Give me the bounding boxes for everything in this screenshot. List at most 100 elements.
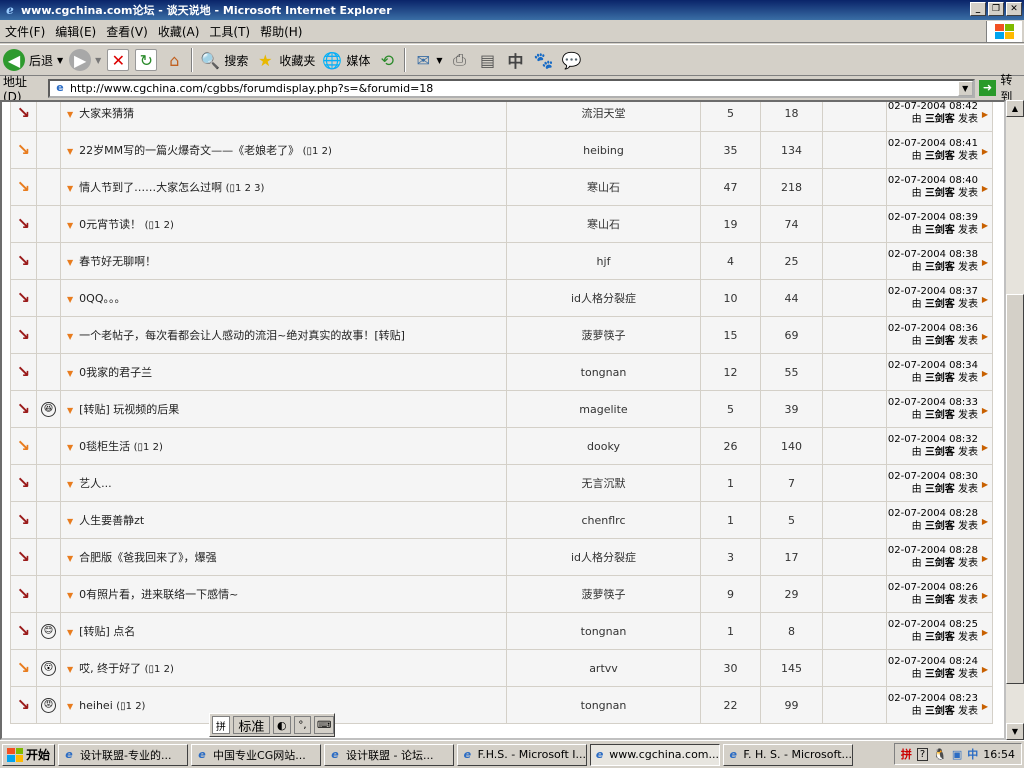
ime-logo-icon[interactable]: 拼 — [212, 716, 230, 734]
edit-button[interactable]: ▤ — [474, 46, 502, 74]
last-poster-link[interactable]: 三剑客 — [925, 262, 955, 273]
start-button[interactable]: 开始 — [2, 743, 56, 766]
minimize-button[interactable]: _ — [970, 2, 986, 16]
home-button[interactable]: ⌂ — [160, 46, 188, 74]
last-poster-link[interactable]: 三剑客 — [925, 632, 955, 643]
pages-link[interactable]: (▯1 2) — [116, 701, 145, 712]
media-button[interactable]: 🌐 媒体 — [318, 46, 373, 74]
last-poster-link[interactable]: 三剑客 — [925, 336, 955, 347]
go-last-post-icon[interactable]: ▶ — [982, 441, 988, 454]
expand-triangle-icon[interactable]: ▼ — [67, 147, 73, 156]
scroll-up-icon[interactable]: ▲ — [1006, 100, 1024, 117]
last-poster-link[interactable]: 三剑客 — [925, 188, 955, 199]
menu-view[interactable]: 查看(V) — [101, 23, 153, 40]
expand-triangle-icon[interactable]: ▼ — [67, 258, 73, 267]
punctuation-icon[interactable]: °, — [293, 716, 312, 734]
author-link[interactable]: 菠萝筷子 — [582, 329, 626, 342]
go-last-post-icon[interactable]: ▶ — [982, 182, 988, 195]
thread-title-link[interactable]: [转贴] 点名 — [79, 625, 135, 638]
stop-button[interactable]: ✕ — [104, 46, 132, 74]
go-last-post-icon[interactable]: ▶ — [982, 108, 988, 121]
go-last-post-icon[interactable]: ▶ — [982, 663, 988, 676]
pages-link[interactable]: (▯1 2) — [145, 664, 174, 675]
last-poster-link[interactable]: 三剑客 — [925, 114, 955, 125]
expand-triangle-icon[interactable]: ▼ — [67, 628, 73, 637]
taskbar-item[interactable]: e F.H.S. - Microsoft I... — [457, 743, 588, 766]
author-link[interactable]: id人格分裂症 — [571, 551, 636, 564]
thread-title-link[interactable]: [转贴] 玩视频的后果 — [79, 403, 179, 416]
thread-title-link[interactable]: 0我家的君子兰 — [79, 366, 152, 379]
last-poster-link[interactable]: 三剑客 — [925, 521, 955, 532]
menu-tools[interactable]: 工具(T) — [204, 23, 255, 40]
expand-triangle-icon[interactable]: ▼ — [67, 443, 73, 452]
taskbar-item[interactable]: e 设计联盟-专业的... — [58, 743, 189, 766]
go-last-post-icon[interactable]: ▶ — [982, 367, 988, 380]
last-poster-link[interactable]: 三剑客 — [925, 410, 955, 421]
pages-link[interactable]: (▯1 2) — [134, 442, 163, 453]
pages-link[interactable]: (▯1 2) — [303, 146, 332, 157]
author-link[interactable]: 无言沉默 — [582, 477, 626, 490]
ime-mode[interactable]: 标准 — [232, 716, 270, 735]
last-poster-link[interactable]: 三剑客 — [925, 669, 955, 680]
author-link[interactable]: 流泪天堂 — [582, 107, 626, 120]
half-width-icon[interactable]: ◐ — [272, 716, 291, 734]
favorites-button[interactable]: ★ 收藏夹 — [251, 46, 318, 74]
expand-triangle-icon[interactable]: ▼ — [67, 480, 73, 489]
thread-title-link[interactable]: 一个老帖子，每次看都会让人感动的流泪~绝对真实的故事！[转贴] — [79, 329, 405, 342]
back-button[interactable]: ◀ 后退 ▼ — [0, 46, 66, 74]
menu-file[interactable]: 文件(F) — [0, 23, 50, 40]
go-last-post-icon[interactable]: ▶ — [982, 219, 988, 232]
search-button[interactable]: 🔍 搜索 — [196, 46, 251, 74]
refresh-button[interactable]: ↻ — [132, 46, 160, 74]
expand-triangle-icon[interactable]: ▼ — [67, 702, 73, 711]
author-link[interactable]: artvv — [589, 662, 618, 675]
go-last-post-icon[interactable]: ▶ — [982, 145, 988, 158]
address-url[interactable]: http://www.cgchina.com/cgbbs/forumdispla… — [70, 82, 433, 95]
scroll-thumb[interactable] — [1006, 294, 1024, 684]
expand-triangle-icon[interactable]: ▼ — [67, 295, 73, 304]
thread-title-link[interactable]: 0有照片看，进来联络一下感情~ — [79, 588, 238, 601]
close-button[interactable]: ✕ — [1006, 2, 1022, 16]
author-link[interactable]: id人格分裂症 — [571, 292, 636, 305]
thread-title-link[interactable]: 大家来猜猜 — [79, 107, 134, 120]
author-link[interactable]: tongnan — [581, 366, 627, 379]
taskbar-item[interactable]: e F. H. S. - Microsoft... — [723, 743, 854, 766]
last-poster-link[interactable]: 三剑客 — [925, 447, 955, 458]
thread-title-link[interactable]: heihei — [79, 699, 113, 712]
thread-title-link[interactable]: 22岁MM写的一篇火爆奇文——《老娘老了》 — [79, 144, 299, 157]
author-link[interactable]: tongnan — [581, 625, 627, 638]
last-poster-link[interactable]: 三剑客 — [925, 706, 955, 717]
go-last-post-icon[interactable]: ▶ — [982, 478, 988, 491]
expand-triangle-icon[interactable]: ▼ — [67, 554, 73, 563]
network-icon[interactable]: ▣ — [952, 748, 962, 761]
thread-title-link[interactable]: 情人节到了……大家怎么过啊 — [79, 181, 222, 194]
vertical-scrollbar[interactable]: ▲ ▼ — [1006, 100, 1024, 740]
expand-triangle-icon[interactable]: ▼ — [67, 184, 73, 193]
expand-triangle-icon[interactable]: ▼ — [67, 591, 73, 600]
go-last-post-icon[interactable]: ▶ — [982, 330, 988, 343]
go-last-post-icon[interactable]: ▶ — [982, 293, 988, 306]
taskbar-item[interactable]: e 设计联盟 - 论坛... — [324, 743, 455, 766]
go-last-post-icon[interactable]: ▶ — [982, 700, 988, 713]
last-poster-link[interactable]: 三剑客 — [925, 373, 955, 384]
address-dropdown-icon[interactable]: ▼ — [957, 80, 973, 96]
thread-title-link[interactable]: 0毯柜生活 — [79, 440, 130, 453]
menu-edit[interactable]: 编辑(E) — [50, 23, 101, 40]
expand-triangle-icon[interactable]: ▼ — [67, 221, 73, 230]
help-icon[interactable]: ? — [916, 747, 929, 761]
language-icon[interactable]: 中 — [967, 746, 978, 762]
expand-triangle-icon[interactable]: ▼ — [67, 369, 73, 378]
history-button[interactable]: ⟲ — [373, 46, 401, 74]
back-dropdown-icon[interactable]: ▼ — [57, 56, 63, 65]
last-poster-link[interactable]: 三剑客 — [925, 151, 955, 162]
taskbar-item-active[interactable]: e www.cgchina.com... — [590, 743, 721, 766]
thread-title-link[interactable]: 春节好无聊啊！ — [79, 255, 156, 268]
go-last-post-icon[interactable]: ▶ — [982, 404, 988, 417]
expand-triangle-icon[interactable]: ▼ — [67, 332, 73, 341]
last-poster-link[interactable]: 三剑客 — [925, 225, 955, 236]
author-link[interactable]: dooky — [587, 440, 620, 453]
soft-keyboard-icon[interactable]: ⌨ — [314, 716, 334, 734]
forward-dropdown-icon[interactable]: ▼ — [95, 56, 101, 65]
last-poster-link[interactable]: 三剑客 — [925, 484, 955, 495]
messenger-button[interactable]: 💬 — [558, 46, 586, 74]
